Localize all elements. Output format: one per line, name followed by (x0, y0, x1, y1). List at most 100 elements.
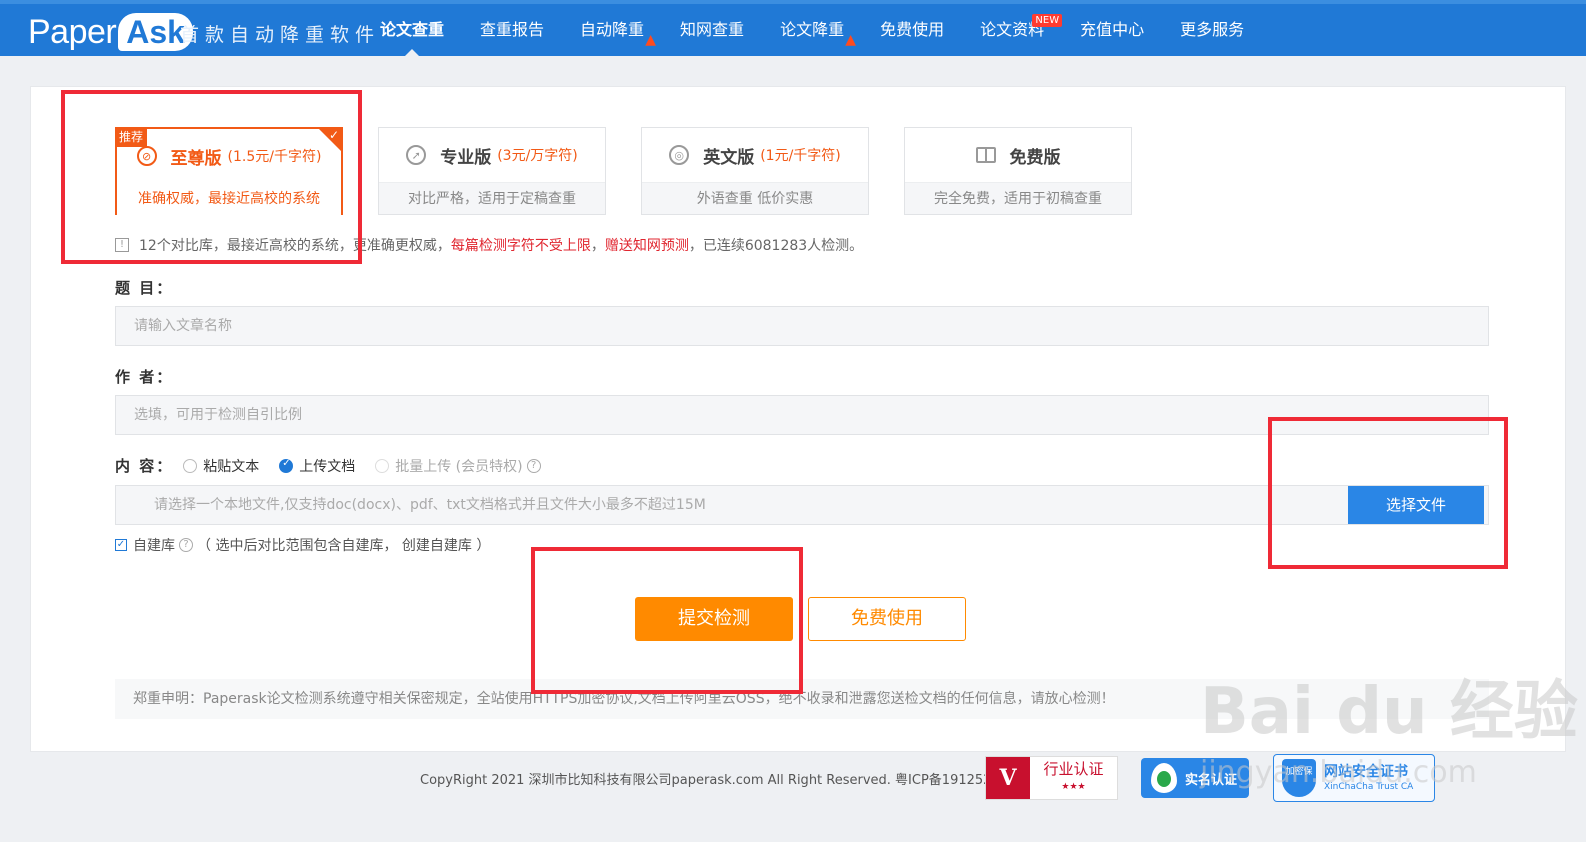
cert-stars: ★★★ (1061, 782, 1086, 792)
plan-desc: 对比严格，适用于定稿查重 (379, 182, 605, 214)
radio-dot (375, 458, 390, 473)
recommend-tag: 推荐 (115, 127, 148, 147)
new-badge: NEW (1032, 14, 1063, 27)
cert-title: 网站安全证书 (1324, 764, 1408, 780)
radio-label: 上传文档 (299, 458, 356, 475)
nav-label: 自动降重 (580, 20, 645, 39)
nav-item-free[interactable]: 免费使用 (880, 4, 944, 56)
self-db-checkbox[interactable]: ✓ (115, 539, 127, 551)
cert-text: 网站安全证书 XinChaCha Trust CA (1324, 763, 1413, 793)
radio-upload-doc[interactable]: 上传文档 (279, 456, 355, 476)
cert-label: 实名认证 (1185, 772, 1238, 788)
main-card: 推荐 ✓ ⊘ 至尊版 (1.5元/千字符) 准确权威，最接近高校的系统 ➚ 专业… (30, 86, 1566, 752)
nav-item-more[interactable]: 更多服务 (1180, 4, 1244, 56)
plan-header: ◎ 英文版 (1元/千字符) (642, 128, 868, 182)
file-picker[interactable]: 请选择一个本地文件,仅支持doc(docx)、pdf、txt文档格式并且文件大小… (115, 485, 1489, 525)
choose-file-button[interactable]: 选择文件 (1348, 486, 1484, 524)
top-navbar: Paper Ask 首款自动降重软件 论文查重 查重报告 自动降重 ▲ 知网查重 … (0, 0, 1586, 56)
plan-desc: 准确权威，最接近高校的系统 (117, 183, 341, 215)
content-label: 内 容： (115, 457, 174, 475)
nav-item-check[interactable]: 论文查重 (380, 4, 444, 56)
self-db-label: 自建库 (133, 538, 175, 554)
plan-english[interactable]: ◎ 英文版 (1元/千字符) 外语查重 低价实惠 (641, 127, 869, 215)
disclaimer: 郑重申明：Paperask论文检测系统遵守相关保密规定，全站使用HTTPS加密协… (115, 679, 1489, 719)
nav-label: 免费使用 (880, 20, 945, 39)
plan-price: (3元/万字符) (497, 148, 578, 164)
plan-header: ⊘ 至尊版 (1.5元/千字符) (117, 129, 341, 183)
nav-label: 充值中心 (1080, 20, 1145, 39)
cert-text: 行业认证 ★★★ (1030, 760, 1117, 796)
radio-paste-text[interactable]: 粘贴文本 (183, 456, 259, 476)
plan-desc: 外语查重 低价实惠 (642, 182, 868, 214)
radio-dot (279, 458, 294, 473)
plan-name: 英文版 (703, 147, 755, 168)
nav-label: 论文查重 (380, 20, 445, 39)
radio-dot (183, 458, 198, 473)
author-input[interactable]: 选填，可用于检测自引比例 (115, 395, 1489, 435)
notice-highlight: 赠送知网预测 (604, 238, 689, 254)
copyright: CopyRight 2021 深圳市比知科技有限公司paperask.com A… (420, 773, 1034, 788)
author-label: 作 者： (115, 368, 174, 386)
notice-sep: ， (590, 238, 605, 254)
nav-label: 知网查重 (680, 20, 745, 39)
info-icon: ! (115, 238, 129, 252)
nav-label: 论文降重 (780, 20, 845, 39)
drop-icon (1151, 763, 1177, 793)
plan-desc: 完全免费，适用于初稿查重 (905, 182, 1131, 214)
slogan: 首款自动降重软件 (180, 24, 381, 46)
fire-icon: ▲ (845, 32, 857, 48)
notice-highlight: 每篇检测字符不受上限 (450, 238, 591, 254)
title-input[interactable]: 请输入文章名称 (115, 306, 1489, 346)
nav-item-report[interactable]: 查重报告 (480, 4, 544, 56)
submit-check-button[interactable]: 提交检测 (635, 597, 793, 641)
self-db-note: （ 选中后对比范围包含自建库， 创建自建库 ） (197, 538, 491, 554)
fire-icon: ▲ (645, 32, 657, 48)
plan-header: 免费版 (905, 128, 1131, 182)
realname-cert-badge[interactable]: 实名认证 (1141, 758, 1249, 798)
plan-free[interactable]: 免费版 完全免费，适用于初稿查重 (904, 127, 1132, 215)
title-label: 题 目： (115, 279, 174, 297)
plan-price: (1.5元/千字符) (227, 149, 322, 165)
industry-cert-badge[interactable]: V 行业认证 ★★★ (985, 756, 1118, 800)
plan-notice: ! 12个对比库，最接近高校的系统，更准确更权威， 每篇检测字符不受上限 ， 赠… (115, 235, 863, 255)
logo[interactable]: Paper Ask (28, 12, 193, 52)
radio-label: 粘贴文本 (203, 458, 260, 475)
check-icon: ✓ (328, 128, 339, 142)
nav-item-auto-reduce[interactable]: 自动降重 ▲ (580, 4, 656, 56)
radio-label: 批量上传 (会员特权) (395, 458, 523, 475)
cert-sub: XinChaCha Trust CA (1324, 782, 1414, 792)
plan-pro[interactable]: ➚ 专业版 (3元/万字符) 对比严格，适用于定稿查重 (378, 127, 606, 215)
plan-name: 专业版 (440, 147, 492, 168)
v-logo-icon: V (986, 757, 1030, 799)
security-cert-badge[interactable]: 加密保 网站安全证书 XinChaCha Trust CA (1273, 754, 1435, 802)
nav-item-cnki[interactable]: 知网查重 (680, 4, 744, 56)
plan-price: (1元/千字符) (760, 148, 841, 164)
nav-item-paper-reduce[interactable]: 论文降重 ▲ (780, 4, 856, 56)
plan-selector: 推荐 ✓ ⊘ 至尊版 (1.5元/千字符) 准确权威，最接近高校的系统 ➚ 专业… (115, 127, 1167, 215)
compass-icon: ➚ (406, 145, 427, 165)
cert-label: 行业认证 (1043, 760, 1104, 778)
logo-paper-text: Paper (28, 12, 117, 51)
notice-count: ，已连续6081283人检测。 (688, 238, 864, 254)
main-nav: 论文查重 查重报告 自动降重 ▲ 知网查重 论文降重 ▲ 免费使用 论文资料 NEW … (380, 4, 1280, 56)
nav-item-recharge[interactable]: 充值中心 (1080, 4, 1144, 56)
radio-batch-upload[interactable]: 批量上传 (会员特权)? (375, 456, 541, 476)
free-use-button[interactable]: 免费使用 (808, 597, 966, 641)
help-icon[interactable]: ? (526, 458, 541, 473)
book-icon (975, 147, 996, 163)
content-mode-row: 内 容： 粘贴文本 上传文档 批量上传 (会员特权)? (115, 455, 561, 476)
nav-label: 更多服务 (1180, 20, 1245, 39)
no-copy-icon: ⊘ (136, 146, 157, 166)
nav-label: 查重报告 (480, 20, 545, 39)
self-db-row: ✓ 自建库 ? （ 选中后对比范围包含自建库， 创建自建库 ） (115, 535, 490, 555)
help-icon[interactable]: ? (179, 538, 193, 552)
shield-icon: 加密保 (1282, 759, 1316, 797)
target-icon: ◎ (669, 145, 690, 165)
plan-header: ➚ 专业版 (3元/万字符) (379, 128, 605, 182)
plan-name: 免费版 (1009, 147, 1061, 168)
plan-supreme[interactable]: 推荐 ✓ ⊘ 至尊版 (1.5元/千字符) 准确权威，最接近高校的系统 (115, 127, 343, 215)
plan-name: 至尊版 (170, 148, 222, 169)
nav-item-materials[interactable]: 论文资料 NEW (980, 4, 1063, 56)
file-hint: 请选择一个本地文件,仅支持doc(docx)、pdf、txt文档格式并且文件大小… (154, 497, 706, 513)
notice-text: 12个对比库，最接近高校的系统，更准确更权威， (139, 238, 451, 254)
